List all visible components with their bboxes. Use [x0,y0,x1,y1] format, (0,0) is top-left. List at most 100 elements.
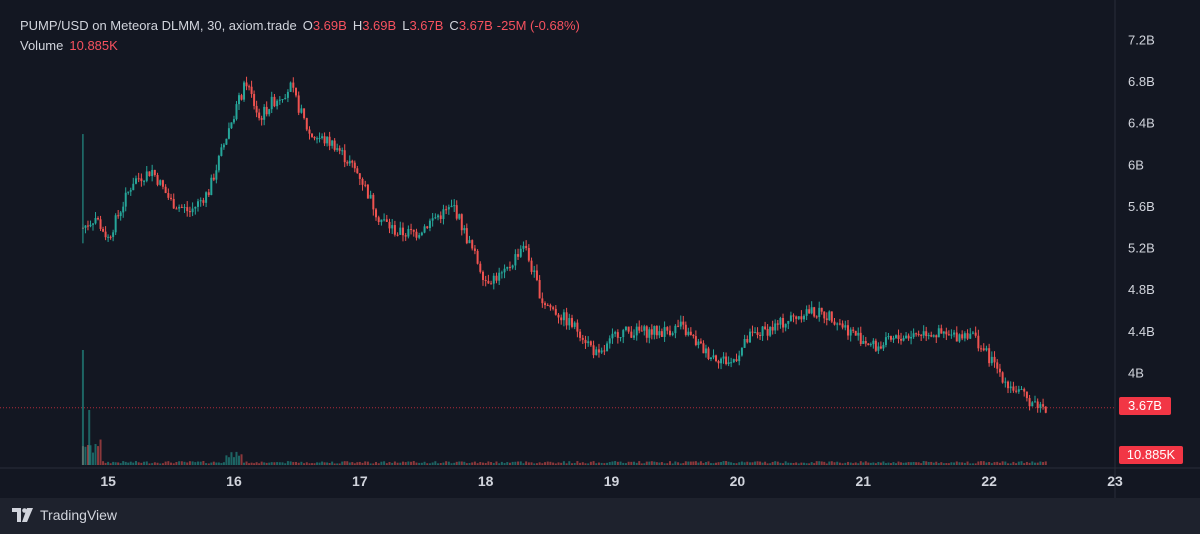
candle-body [687,331,690,335]
tradingview-logo[interactable]: TradingView [12,507,117,523]
volume-bar [500,461,503,465]
candle-body [920,334,923,336]
candle-body [560,317,563,321]
volume-bar [180,461,183,465]
volume-bar [1020,461,1023,465]
legend-symbol-row: PUMP/USD on Meteora DLMM, 30, axiom.trad… [20,18,580,33]
candle-body [935,335,938,338]
volume-bar [990,463,993,465]
volume-bar [782,463,785,465]
volume-bar [584,463,587,465]
candle-body [668,330,671,335]
volume-bar [841,463,844,465]
candle-body [677,325,680,327]
candle-body [584,339,587,344]
candle-body [286,91,289,98]
candle-body [546,305,549,307]
legend-volume-label[interactable]: Volume [20,38,63,53]
volume-bar [608,462,611,465]
volume-bar [445,461,448,465]
candle-body [917,333,920,335]
volume-bar [286,461,289,465]
volume-bar [284,463,287,465]
candle-body [910,336,913,339]
volume-bar [969,463,972,465]
candle-body [391,225,394,229]
volume-bar [751,462,754,465]
price-tick-label: 4.4B [1128,324,1155,339]
candle-body [235,104,238,120]
candle-body [161,180,164,187]
candle-body [679,321,682,327]
chart-canvas[interactable]: 7.2B 6.8B 6.4B 6B 5.6B 5.2B 4.8B 4.4B 4B 15 16 17 18… [0,0,1200,498]
candle-body [426,226,429,229]
candle-body [383,219,386,221]
volume-bar [958,462,961,465]
candle-body [833,321,836,325]
candle-body [412,229,415,232]
candle-body [663,327,666,337]
candle-body [638,326,641,331]
volume-bar [343,461,346,465]
volume-bar [1044,461,1047,465]
legend-symbol[interactable]: PUMP/USD on Meteora DLMM, 30, axiom.trad… [20,18,297,33]
volume-bar [156,462,159,465]
volume-bar [183,461,186,465]
candle-body [792,315,795,317]
candle-body [603,350,606,352]
volume-bar [867,462,870,465]
volume-bar [391,462,394,465]
candle-body [635,326,638,336]
candle-body [258,112,261,119]
candle-body [199,200,202,202]
volume-bar [506,462,509,465]
volume-bar [776,461,779,465]
candle-body [671,333,674,335]
candle-body [484,279,487,281]
candle-body [608,338,611,344]
volume-bar [743,462,746,465]
volume-bar [653,461,656,465]
candle-body [852,329,855,331]
candle-body [557,314,560,318]
volume-bar [164,461,167,465]
candle-body [375,209,378,218]
volume-bar [940,462,943,465]
candle-body [947,334,950,336]
volume-bar [988,461,991,465]
candle-body [682,321,685,325]
chart-pane[interactable]: 7.2B 6.8B 6.4B 6B 5.6B 5.2B 4.8B 4.4B 4B 15 16 17 18… [0,0,1200,498]
candle-body [468,240,471,244]
volume-bar [562,461,565,465]
candle-body [460,214,463,231]
candle-body [353,162,356,169]
volume-bar [385,463,388,465]
candle-body [418,235,421,238]
volume-bar [396,462,399,465]
volume-bar [127,462,130,465]
volume-bar [953,462,956,465]
volume-bar [207,463,210,465]
candle-body [828,311,831,320]
price-tick-label: 5.6B [1128,199,1155,214]
candle-body [1042,404,1045,407]
volume-bar [810,462,813,465]
candle-body [971,332,974,334]
volume-bar [410,461,413,465]
legend-change: -25M (-0.68%) [496,18,580,33]
candle-body [732,359,735,363]
volume-bar [818,461,821,465]
volume-bar [538,462,541,465]
volume-bar [869,462,872,465]
candle-body [487,280,490,284]
candle-body [579,331,582,338]
volume-bar [458,461,461,465]
candle-body [836,323,839,325]
candle-body [715,355,718,361]
volume-bar [217,462,220,465]
volume-bar [143,461,146,465]
volume-bar [92,452,94,465]
volume-bar [124,461,127,465]
candle-body [869,344,872,346]
volume-bar [937,463,940,465]
